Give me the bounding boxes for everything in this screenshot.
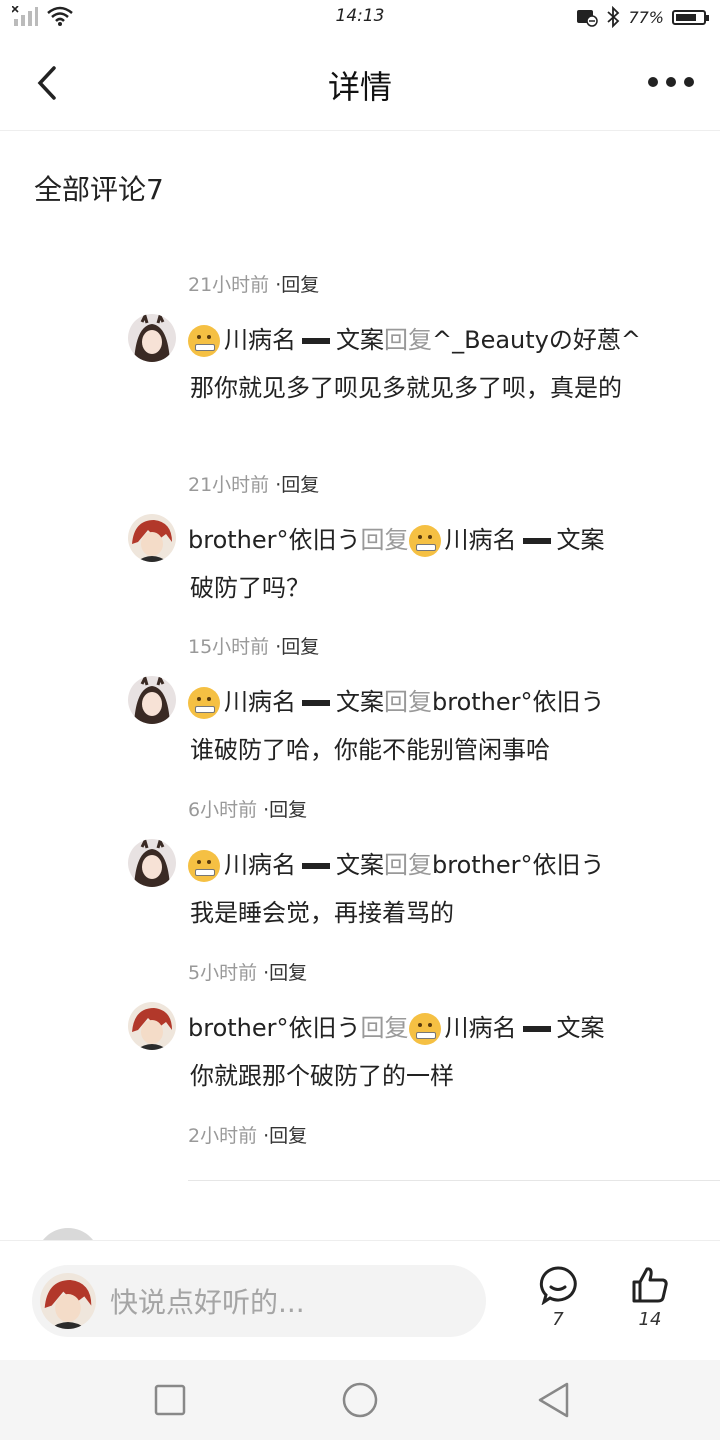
comment-text: 你就跟那个破防了的一样: [190, 1062, 454, 1090]
comment-time: 5小时前: [188, 962, 258, 984]
comment-time: 21小时前: [188, 474, 270, 496]
home-icon[interactable]: [340, 1380, 380, 1420]
dash-icon: [522, 538, 551, 544]
comment-time-line: 2小时前 ·回复: [188, 1121, 307, 1148]
comment-count: 7: [552, 1309, 564, 1330]
reply-target[interactable]: brother°依旧う: [432, 688, 605, 716]
reply-link[interactable]: ·回复: [275, 636, 319, 658]
reply-target-suffix[interactable]: 文案: [557, 1014, 605, 1042]
reply-item: brother°依旧う回复 川病名 文案 破防了吗？: [128, 514, 688, 614]
avatar[interactable]: [128, 314, 176, 362]
comment-time-line: 21小时前 ·回复: [188, 470, 319, 497]
avatar[interactable]: [128, 839, 176, 887]
reply-word: 回复: [384, 851, 432, 879]
author-suffix[interactable]: 文案: [336, 851, 384, 879]
status-right: 77%: [576, 6, 709, 28]
recent-apps-icon[interactable]: [150, 1380, 190, 1420]
reply-item: brother°依旧う回复 川病名 文案 你就跟那个破防了的一样: [128, 1002, 688, 1102]
comment-time: 6小时前: [188, 799, 258, 821]
author-suffix[interactable]: 文案: [336, 326, 384, 354]
reply-word: 回复: [360, 1014, 409, 1042]
reply-header: brother°依旧う回复 川病名 文案: [188, 1008, 605, 1045]
page-title: 详情: [327, 68, 392, 106]
thumbs-up-icon: [632, 1267, 668, 1303]
comment-text: 那你就见多了呗见多就见多了呗，真是的: [190, 374, 622, 402]
battery-percent: 77%: [628, 7, 664, 27]
comment-time: 2小时前: [188, 1125, 258, 1147]
zipper-mouth-emoji-icon: [408, 525, 441, 557]
reply-link[interactable]: ·回复: [263, 962, 307, 984]
like-button[interactable]: 14: [620, 1265, 680, 1330]
author-name[interactable]: brother°依旧う: [188, 1014, 361, 1042]
next-comment-avatar-peek: [36, 1228, 100, 1240]
comment-time: 15小时前: [188, 636, 270, 658]
comment-text: 我是睡会觉，再接着骂的: [190, 899, 454, 927]
reply-header: brother°依旧う回复 川病名 文案: [188, 520, 605, 557]
reply-target[interactable]: brother°依旧う: [432, 851, 605, 879]
reply-word: 回复: [384, 688, 432, 716]
comment-time-line: 5小时前 ·回复: [188, 958, 307, 985]
comment-bubble-icon: [539, 1266, 577, 1306]
dash-icon: [302, 700, 330, 706]
zipper-mouth-emoji-icon: [188, 325, 220, 357]
reply-link[interactable]: ·回复: [275, 474, 319, 496]
reply-word: 回复: [360, 526, 409, 554]
system-nav-bar: [0, 1360, 720, 1440]
reply-target[interactable]: 川病名: [445, 1014, 517, 1042]
avatar[interactable]: [128, 676, 176, 724]
author-name[interactable]: 川病名: [224, 851, 296, 879]
battery-icon: [672, 9, 709, 25]
avatar[interactable]: [128, 514, 176, 562]
battery-fill: [676, 13, 696, 21]
author-name[interactable]: brother°依旧う: [188, 526, 361, 554]
reply-target[interactable]: ^_Beautyの好蒽^: [432, 326, 641, 354]
reply-item: 川病名 文案回复^_Beautyの好蒽^ 那你就见多了呗见多就见多了呗，真是的: [128, 314, 688, 454]
dash-icon: [302, 863, 330, 869]
zipper-mouth-emoji-icon: [188, 850, 220, 882]
author-suffix[interactable]: 文案: [336, 688, 384, 716]
like-count: 14: [638, 1309, 662, 1330]
reply-header: 川病名 文案回复brother°依旧う: [188, 845, 605, 882]
no-disturb-icon: [577, 10, 599, 27]
status-bar: 14:13 77%: [0, 0, 720, 36]
reply-link[interactable]: ·回复: [263, 1125, 307, 1147]
comment-input-placeholder: 快说点好听的...: [110, 1286, 305, 1319]
comment-time-line: 21小时前 ·回复: [188, 270, 319, 297]
comment-time-line: 15小时前 ·回复: [188, 632, 319, 659]
reply-target-suffix[interactable]: 文案: [557, 526, 605, 554]
divider: [188, 1180, 720, 1181]
comment-text: 谁破防了哈，你能不能别管闲事哈: [190, 736, 550, 764]
dash-icon: [522, 1026, 551, 1032]
reply-word: 回复: [384, 326, 432, 354]
author-name[interactable]: 川病名: [224, 688, 296, 716]
reply-header: 川病名 文案回复brother°依旧う: [188, 682, 605, 719]
more-dots-icon[interactable]: [648, 72, 698, 92]
top-header: 详情: [0, 36, 720, 131]
comment-time: 21小时前: [188, 274, 270, 296]
reply-link[interactable]: ·回复: [275, 274, 319, 296]
zipper-mouth-emoji-icon: [188, 687, 220, 719]
avatar[interactable]: [128, 1002, 176, 1050]
comment-input-bar: 快说点好听的... 7 14: [0, 1240, 720, 1361]
comment-input[interactable]: 快说点好听的...: [32, 1265, 486, 1337]
zipper-mouth-emoji-icon: [408, 1013, 441, 1045]
reply-target[interactable]: 川病名: [445, 526, 517, 554]
avatar: [40, 1273, 96, 1329]
dash-icon: [302, 338, 330, 344]
comment-time-line: 6小时前 ·回复: [188, 795, 307, 822]
bluetooth-icon: [607, 6, 620, 28]
author-name[interactable]: 川病名: [224, 326, 296, 354]
comment-button[interactable]: 7: [528, 1265, 588, 1330]
reply-item: 川病名 文案回复brother°依旧う 我是睡会觉，再接着骂的: [128, 839, 688, 939]
reply-item: 川病名 文案回复brother°依旧う 谁破防了哈，你能不能别管闲事哈: [128, 676, 688, 776]
comments-section-title: 全部评论7: [34, 173, 164, 206]
back-nav-icon[interactable]: [534, 1380, 574, 1420]
reply-header: 川病名 文案回复^_Beautyの好蒽^: [188, 320, 641, 357]
comment-text: 破防了吗？: [190, 574, 310, 602]
reply-link[interactable]: ·回复: [263, 799, 307, 821]
